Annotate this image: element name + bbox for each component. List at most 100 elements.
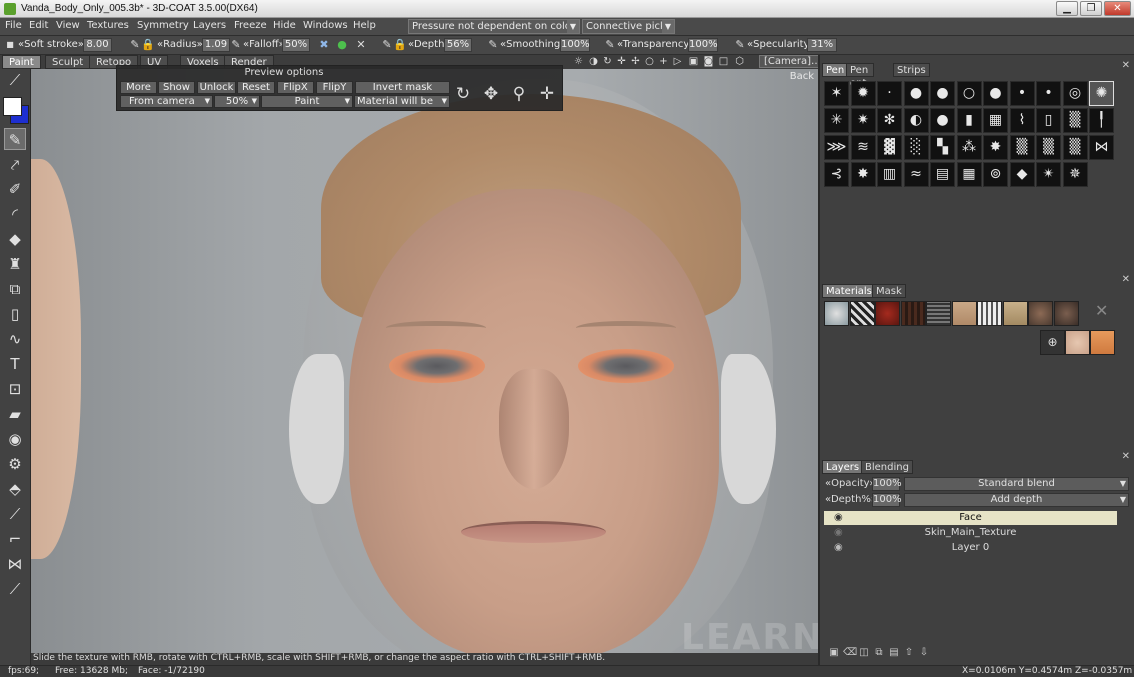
- depth-mode-select[interactable]: Add depth ▼: [904, 493, 1129, 507]
- crossed-tools-icon[interactable]: ✖: [317, 38, 331, 52]
- opacity-label[interactable]: «Opacity»: [825, 478, 876, 489]
- brush-alpha-icon[interactable]: ✳: [824, 108, 849, 133]
- tab-mask[interactable]: Mask: [872, 284, 906, 298]
- brush-alpha-icon[interactable]: ▤: [930, 162, 955, 187]
- menu-freeze[interactable]: Freeze: [234, 20, 267, 31]
- tab-pen-opt[interactable]: Pen opt.: [846, 63, 874, 89]
- material-swatch[interactable]: [1002, 301, 1028, 326]
- pen-pressure-icon[interactable]: ✎: [603, 38, 617, 52]
- smoothing-label[interactable]: «Smoothing»: [500, 39, 566, 50]
- pen-pressure-icon[interactable]: ✎: [486, 38, 500, 52]
- zoom-icon[interactable]: ⚲: [507, 82, 531, 106]
- light-icon[interactable]: ☼: [573, 56, 584, 67]
- brush-alpha-icon[interactable]: ⋙: [824, 135, 849, 160]
- specularity-value[interactable]: 31%: [807, 38, 837, 52]
- menu-symmetry[interactable]: Symmetry: [137, 20, 189, 31]
- brush-alpha-icon[interactable]: ✻: [877, 108, 902, 133]
- gear-icon[interactable]: ⚙: [4, 453, 26, 475]
- brush-alpha-icon[interactable]: ⊰: [824, 162, 849, 187]
- brush-alpha-icon[interactable]: ✵: [1062, 162, 1088, 187]
- pen-pressure-icon[interactable]: ✎: [128, 38, 142, 52]
- brush-alpha-icon[interactable]: ▚: [930, 135, 955, 160]
- fill-icon[interactable]: ◆: [4, 228, 26, 250]
- new-layer-icon[interactable]: ▣: [828, 647, 840, 659]
- layer-row[interactable]: ◉ Face: [824, 511, 1117, 525]
- brush-alpha-icon[interactable]: •: [1036, 81, 1061, 106]
- brush-alpha-icon[interactable]: ·: [877, 81, 902, 106]
- tag-icon[interactable]: ⬘: [4, 478, 26, 500]
- text-icon[interactable]: T: [4, 353, 26, 375]
- layer-settings-icon[interactable]: ▤: [888, 647, 900, 659]
- camera-select[interactable]: [Camera]…: [759, 55, 827, 68]
- foreground-color-swatch[interactable]: [3, 97, 22, 116]
- green-sphere-icon[interactable]: ●: [335, 38, 349, 52]
- square-outline-icon[interactable]: □: [718, 56, 729, 67]
- lock-icon[interactable]: 🔒: [141, 38, 155, 52]
- butterfly-icon[interactable]: ⋈: [4, 553, 26, 575]
- paint-select[interactable]: Paint ▼: [261, 95, 353, 108]
- brush-alpha-icon[interactable]: ✶: [824, 81, 849, 106]
- depth-percent-value[interactable]: 100%: [872, 493, 902, 507]
- material-swatch[interactable]: [1053, 301, 1079, 326]
- brush-alpha-icon[interactable]: ▦: [956, 162, 982, 187]
- menu-layers[interactable]: Layers: [193, 20, 226, 31]
- pressure-select[interactable]: Pressure not dependent on color ▼: [408, 19, 580, 34]
- menu-file[interactable]: File: [5, 20, 22, 31]
- brush-alpha-icon[interactable]: ⌇: [1009, 108, 1035, 133]
- blend-mode-select[interactable]: Standard blend ▼: [904, 477, 1129, 491]
- depth-value[interactable]: 56%: [444, 38, 472, 52]
- page-icon[interactable]: ▯: [4, 303, 26, 325]
- radius-value[interactable]: 1.09: [202, 38, 230, 52]
- select-icon[interactable]: ⊡: [4, 378, 26, 400]
- brush-alpha-icon[interactable]: ●: [930, 81, 955, 106]
- soft-stroke-value[interactable]: 8.00: [83, 38, 112, 52]
- rotate-icon[interactable]: ↻: [451, 82, 475, 106]
- invert-mask-button[interactable]: Invert mask: [355, 81, 450, 94]
- smudge-icon[interactable]: ◜: [4, 203, 26, 225]
- tab-blending[interactable]: Blending: [861, 460, 913, 474]
- brush-alpha-icon[interactable]: ◆: [1009, 162, 1035, 187]
- contrast-icon[interactable]: ◑: [588, 56, 599, 67]
- copy-icon[interactable]: ⧉: [4, 278, 26, 300]
- specularity-label[interactable]: «Specularity»: [747, 39, 815, 50]
- rotate-icon[interactable]: ↻: [602, 56, 613, 67]
- menu-view[interactable]: View: [56, 20, 80, 31]
- layer-row[interactable]: ◉ Layer 0: [824, 541, 1117, 555]
- brush-alpha-icon[interactable]: ◎: [1062, 81, 1088, 106]
- brush-alpha-icon[interactable]: ●: [903, 81, 929, 106]
- radius-label[interactable]: «Radius»: [157, 39, 203, 50]
- soft-stroke-label[interactable]: «Soft stroke»: [18, 39, 84, 50]
- bucket-icon[interactable]: ⌐: [4, 528, 26, 550]
- material-swatch[interactable]: [926, 301, 951, 326]
- tab-layers[interactable]: Layers: [822, 460, 864, 474]
- percent-select[interactable]: 50% ▼: [214, 95, 260, 108]
- brush-alpha-icon[interactable]: ╿: [1089, 108, 1114, 133]
- brush-alpha-icon[interactable]: ✷: [850, 108, 876, 133]
- layer-row[interactable]: ◉ Skin_Main_Texture: [824, 526, 1117, 540]
- cross-icon[interactable]: ✕: [354, 38, 368, 52]
- pen-pressure-icon[interactable]: ✎: [380, 38, 394, 52]
- brush-alpha-icon[interactable]: ⊚: [983, 162, 1008, 187]
- brush-alpha-icon[interactable]: ✹: [850, 81, 876, 106]
- curve-icon[interactable]: ∿: [4, 328, 26, 350]
- menu-help[interactable]: Help: [353, 20, 376, 31]
- material-swatch[interactable]: [900, 301, 926, 326]
- eye-icon[interactable]: ◉: [834, 511, 843, 524]
- duplicate-layer-icon[interactable]: ⧉: [873, 647, 885, 659]
- reset-button[interactable]: Reset: [237, 81, 275, 94]
- brush-alpha-icon[interactable]: ✸: [983, 135, 1008, 160]
- brush-alpha-icon[interactable]: ▒: [1062, 108, 1088, 133]
- more-button[interactable]: More: [120, 81, 157, 94]
- ruler-icon[interactable]: ⟋: [4, 578, 26, 600]
- merge-layer-icon[interactable]: ◫: [858, 647, 870, 659]
- close-button[interactable]: ✕: [1104, 1, 1131, 16]
- move-icon[interactable]: ✛: [616, 56, 627, 67]
- brush-alpha-icon[interactable]: •: [1009, 81, 1035, 106]
- add-material-icon[interactable]: ⊕: [1040, 330, 1065, 355]
- connective-select[interactable]: Connective picki ▼: [582, 19, 675, 34]
- move-up-icon[interactable]: ⇧: [903, 647, 915, 659]
- brush-alpha-icon[interactable]: ●: [930, 108, 955, 133]
- menu-windows[interactable]: Windows: [303, 20, 348, 31]
- brush-alpha-icon[interactable]: ▮: [956, 108, 982, 133]
- move-down-icon[interactable]: ⇩: [918, 647, 930, 659]
